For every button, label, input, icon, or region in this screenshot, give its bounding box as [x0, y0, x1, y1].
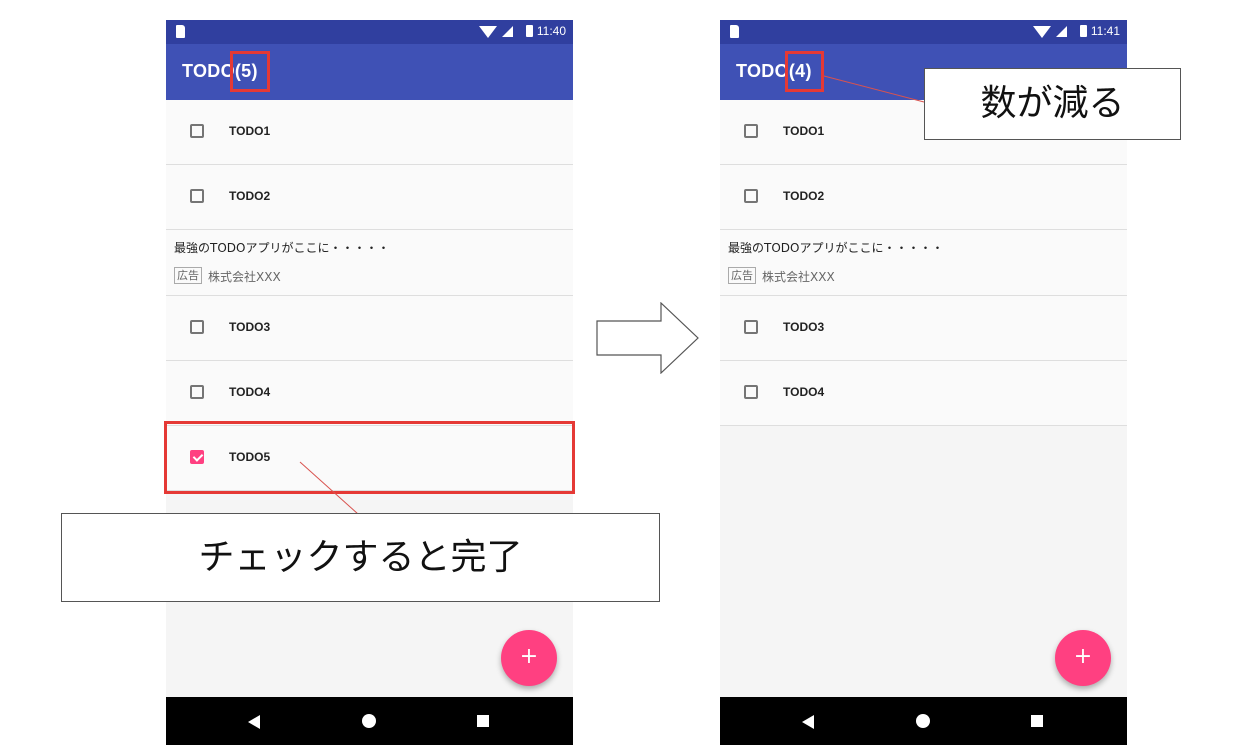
callout-count-decreases: 数が減る [924, 68, 1181, 140]
callout-check-complete: チェックすると完了 [61, 513, 660, 602]
leader-line-check [299, 461, 359, 515]
leader-line-count [823, 75, 925, 103]
